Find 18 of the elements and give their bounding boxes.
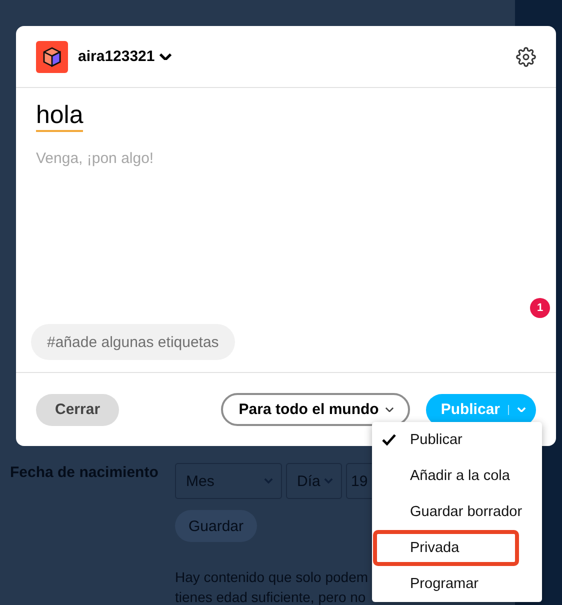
audience-dropdown[interactable]: Para todo el mundo <box>220 393 410 426</box>
publish-options-toggle[interactable] <box>517 406 526 412</box>
settings-icon[interactable] <box>516 46 536 66</box>
caret-icon <box>384 406 394 412</box>
menu-item[interactable]: Programar <box>373 566 519 602</box>
tags-field[interactable]: #añade algunas etiquetas <box>31 324 235 360</box>
cube-icon <box>43 46 61 66</box>
count-badge: 1 <box>530 298 550 318</box>
menu-item[interactable]: Privada <box>373 530 519 566</box>
caret-icon <box>517 406 526 412</box>
caret-icon <box>324 478 333 484</box>
account-switcher[interactable]: aira123321 <box>76 48 174 65</box>
caret-icon <box>264 478 273 484</box>
post-title[interactable]: hola <box>36 100 84 132</box>
avatar[interactable] <box>36 40 68 72</box>
chevron-icon <box>158 52 172 60</box>
close-button[interactable]: Cerrar <box>36 394 120 426</box>
check-icon <box>382 434 396 446</box>
